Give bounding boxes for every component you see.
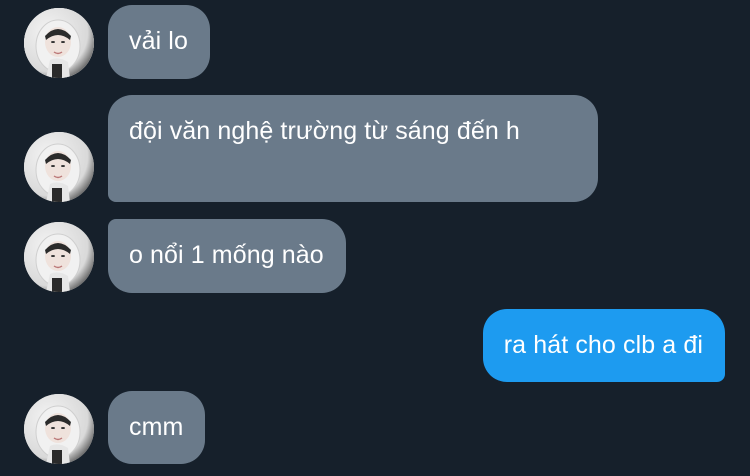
contact-avatar[interactable] [24,8,94,78]
message-bubble-outgoing[interactable]: ra hát cho clb a đi [482,309,725,382]
message-bubble-incoming[interactable]: đội văn nghệ trường từ sáng đến h [108,95,598,202]
avatar-photo-icon [24,222,94,292]
message-bubble-incoming[interactable]: cmm [108,391,206,464]
avatar-photo-icon [24,394,94,464]
conversation-thread: vải lo đội văn nghệ trường từ sáng đến h… [0,0,750,476]
avatar-photo-icon [24,8,94,78]
contact-avatar[interactable] [24,132,94,202]
avatar-photo-icon [24,132,94,202]
contact-avatar[interactable] [24,222,94,292]
message-bubble-incoming[interactable]: o nổi 1 mống nào [108,219,346,293]
contact-avatar[interactable] [24,394,94,464]
message-bubble-incoming[interactable]: vải lo [108,5,210,79]
